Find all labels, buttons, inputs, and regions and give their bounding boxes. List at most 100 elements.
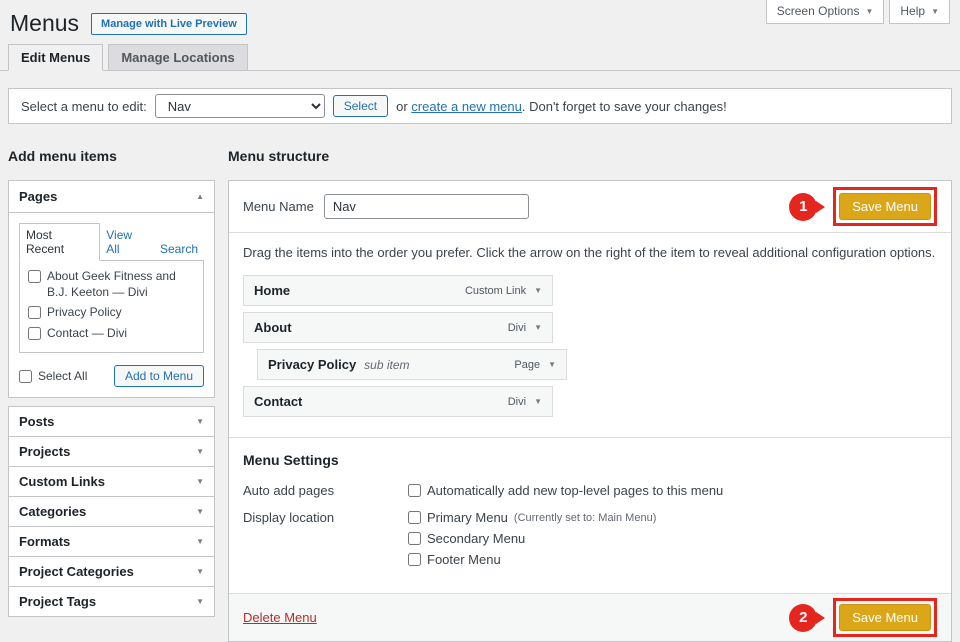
chevron-up-icon[interactable]: ▲: [196, 192, 204, 201]
screen-options-button[interactable]: Screen Options ▼: [766, 0, 885, 24]
tab-manage-locations[interactable]: Manage Locations: [108, 44, 247, 71]
save-menu-top-highlight: Save Menu: [833, 187, 937, 226]
screen-meta-links: Screen Options ▼ Help ▼: [766, 0, 950, 24]
annotation-step-1-badge: 1: [789, 193, 817, 221]
page-checkbox[interactable]: [28, 306, 41, 319]
create-menu-text: or create a new menu. Don't forget to sa…: [396, 99, 727, 114]
location-secondary-menu[interactable]: Secondary Menu: [408, 531, 656, 546]
pages-quick-tabs: Most Recent View All Search: [19, 223, 204, 261]
accordion-project-categories[interactable]: Project Categories ▼: [8, 556, 215, 587]
menu-settings-section: Menu Settings Auto add pages Automatical…: [229, 437, 951, 593]
auto-add-option[interactable]: Automatically add new top-level pages to…: [408, 483, 723, 498]
save-menu-button-bottom[interactable]: Save Menu: [839, 604, 931, 631]
primary-menu-checkbox[interactable]: [408, 511, 421, 524]
menu-select[interactable]: Nav: [155, 94, 325, 118]
pages-panel-header[interactable]: Pages ▲: [9, 181, 214, 213]
chevron-down-icon[interactable]: ▼: [534, 397, 542, 406]
chevron-down-icon[interactable]: ▼: [534, 286, 542, 295]
accordion-label: Project Tags: [19, 594, 96, 609]
accordion-label: Formats: [19, 534, 70, 549]
chevron-down-icon: ▼: [196, 417, 204, 426]
menu-item-label: About: [254, 320, 292, 335]
footer-menu-checkbox[interactable]: [408, 553, 421, 566]
save-changes-hint: . Don't forget to save your changes!: [522, 99, 727, 114]
create-new-menu-link[interactable]: create a new menu: [411, 99, 522, 114]
menu-item-type: Custom Link: [465, 285, 526, 297]
chevron-down-icon: ▼: [196, 507, 204, 516]
auto-add-options: Automatically add new top-level pages to…: [408, 483, 723, 498]
page-checkbox[interactable]: [28, 270, 41, 283]
menu-actions-footer: Delete Menu 2 Save Menu: [229, 593, 951, 641]
page-checkbox-item[interactable]: Privacy Policy: [28, 305, 195, 321]
help-button[interactable]: Help ▼: [889, 0, 950, 24]
display-location-label: Display location: [243, 510, 408, 567]
location-footer-menu[interactable]: Footer Menu: [408, 552, 656, 567]
menu-name-input[interactable]: [324, 194, 529, 219]
chevron-down-icon[interactable]: ▼: [534, 323, 542, 332]
auto-add-pages-row: Auto add pages Automatically add new top…: [243, 483, 937, 498]
menu-item-home[interactable]: Home Custom Link ▼: [243, 275, 553, 306]
chevron-down-icon: ▼: [931, 7, 939, 16]
drag-instructions: Drag the items into the order you prefer…: [243, 245, 937, 260]
pages-actions: Select All Add to Menu: [19, 365, 204, 387]
tab-edit-menus[interactable]: Edit Menus: [8, 44, 103, 71]
wordpress-menus-page: { "page": { "title": "Menus", "live_prev…: [0, 0, 960, 624]
display-location-row: Display location Primary Menu (Currently…: [243, 510, 937, 567]
chevron-down-icon: ▼: [196, 537, 204, 546]
location-label: Footer Menu: [427, 552, 501, 567]
menu-item-type-area: Page ▼: [514, 359, 556, 371]
chevron-down-icon: ▼: [196, 477, 204, 486]
chevron-down-icon: ▼: [196, 567, 204, 576]
add-to-menu-button[interactable]: Add to Menu: [114, 365, 204, 387]
page-checkbox-item[interactable]: About Geek Fitness and B.J. Keeton — Div…: [28, 269, 195, 300]
tab-search[interactable]: Search: [154, 238, 204, 260]
chevron-down-icon: ▼: [865, 7, 873, 16]
help-label: Help: [900, 4, 925, 18]
page-header: Menus Manage with Live Preview: [10, 10, 247, 37]
menu-item-contact[interactable]: Contact Divi ▼: [243, 386, 553, 417]
menu-item-about[interactable]: About Divi ▼: [243, 312, 553, 343]
select-menu-label: Select a menu to edit:: [21, 99, 147, 114]
page-checkbox-label: Privacy Policy: [47, 305, 122, 321]
select-all-label: Select All: [38, 369, 87, 383]
menu-name-label: Menu Name: [243, 199, 314, 214]
menu-item-label: Privacy Policy: [268, 357, 356, 372]
page-checkbox-item[interactable]: Contact — Divi: [28, 326, 195, 342]
location-primary-menu[interactable]: Primary Menu (Currently set to: Main Men…: [408, 510, 656, 525]
page-checkbox[interactable]: [28, 327, 41, 340]
tab-view-all[interactable]: View All: [100, 224, 154, 260]
menu-item-type-area: Divi ▼: [508, 322, 542, 334]
chevron-down-icon: ▼: [196, 597, 204, 606]
add-menu-items-heading: Add menu items: [8, 148, 215, 164]
accordion-project-tags[interactable]: Project Tags ▼: [8, 586, 215, 617]
save-menu-bottom-area: 2 Save Menu: [789, 598, 937, 637]
select-all-control[interactable]: Select All: [19, 369, 87, 383]
menu-structure-column: Menu structure Menu Name 1 Save Menu Dra…: [228, 148, 952, 642]
accordion-label: Categories: [19, 504, 86, 519]
chevron-down-icon: ▼: [196, 447, 204, 456]
or-text: or: [396, 99, 408, 114]
secondary-menu-checkbox[interactable]: [408, 532, 421, 545]
menu-item-privacy-policy[interactable]: Privacy Policy sub item Page ▼: [257, 349, 567, 380]
select-button[interactable]: Select: [333, 95, 388, 117]
accordion-categories[interactable]: Categories ▼: [8, 496, 215, 527]
location-label: Primary Menu: [427, 510, 508, 525]
manage-live-preview-button[interactable]: Manage with Live Preview: [91, 13, 247, 35]
accordion-custom-links[interactable]: Custom Links ▼: [8, 466, 215, 497]
save-menu-button-top[interactable]: Save Menu: [839, 193, 931, 220]
menu-select-bar: Select a menu to edit: Nav Select or cre…: [8, 88, 952, 124]
select-all-checkbox[interactable]: [19, 370, 32, 383]
tab-most-recent[interactable]: Most Recent: [19, 223, 100, 261]
accordion-formats[interactable]: Formats ▼: [8, 526, 215, 557]
auto-add-checkbox[interactable]: [408, 484, 421, 497]
nav-tabs: Edit Menus Manage Locations: [8, 44, 253, 71]
accordion-projects[interactable]: Projects ▼: [8, 436, 215, 467]
add-menu-items-column: Add menu items Pages ▲ Most Recent View …: [8, 148, 215, 617]
menu-item-type: Page: [514, 359, 540, 371]
location-note: (Currently set to: Main Menu): [514, 512, 656, 524]
chevron-down-icon[interactable]: ▼: [548, 360, 556, 369]
menu-item-label: Contact: [254, 394, 302, 409]
delete-menu-link[interactable]: Delete Menu: [243, 610, 317, 625]
page-checkbox-label: About Geek Fitness and B.J. Keeton — Div…: [47, 269, 195, 300]
accordion-posts[interactable]: Posts ▼: [8, 406, 215, 437]
